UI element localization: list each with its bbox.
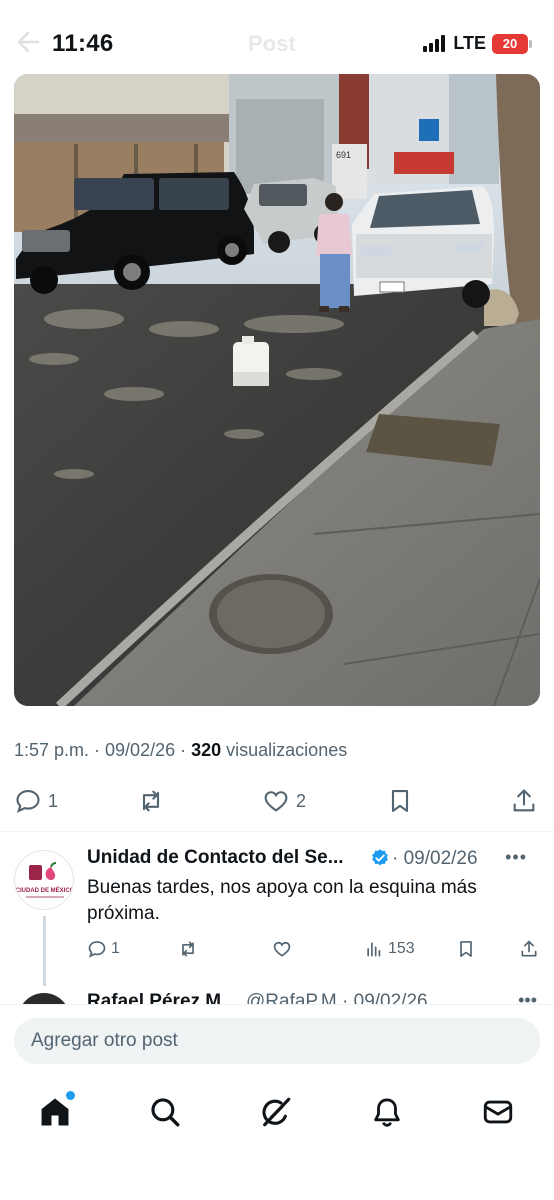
battery-icon: 20 — [492, 33, 532, 54]
nav-grok[interactable] — [258, 1094, 294, 1130]
bookmark-icon — [391, 790, 409, 812]
nav-home[interactable] — [37, 1091, 75, 1130]
signal-icon — [423, 35, 446, 52]
share-icon — [521, 940, 537, 957]
repost-button[interactable] — [137, 783, 171, 819]
avatar[interactable]: CIUDAD DE MÉXICO — [14, 850, 74, 910]
status-icons: LTE 20 — [423, 33, 532, 54]
post-timestamp: 1:57 p.m. · 09/02/26 · — [14, 740, 192, 760]
arrow-left-icon[interactable] — [16, 28, 40, 56]
like-count: 2 — [296, 790, 307, 811]
reply-reply-count: 1 — [111, 940, 120, 957]
clock: 11:46 — [52, 30, 114, 57]
repost-icon — [142, 790, 160, 812]
mail-icon — [483, 1100, 513, 1124]
reply-actions: 1 153 — [0, 936, 554, 962]
more-options-icon[interactable]: ••• — [505, 847, 527, 868]
network-label: LTE — [453, 33, 486, 53]
reply-header: Unidad de Contacto del Se... · 09/02/26 … — [87, 847, 527, 871]
next-reply-author-name[interactable]: Rafael Pérez M... — [87, 991, 237, 1004]
next-reply-handle: @RafaP.M · 09/02/26 — [246, 991, 428, 1004]
page-title: Post — [248, 31, 296, 56]
status-bar: 11:46 Post LTE 20 — [0, 0, 554, 74]
views-count: 320 — [191, 740, 222, 760]
svg-text:691: 691 — [336, 150, 351, 160]
post-actions: 1 2 — [0, 783, 554, 819]
reply-share-button[interactable] — [519, 936, 539, 962]
heart-icon — [264, 791, 288, 812]
search-icon — [151, 1098, 180, 1127]
post-meta: 1:57 p.m. · 09/02/26 · 320 visualizacion… — [14, 740, 347, 761]
reply-icon — [88, 941, 106, 958]
reply-reply-button[interactable]: 1 — [87, 936, 120, 962]
reply-repost-button[interactable] — [178, 936, 198, 962]
repost-icon — [182, 941, 194, 957]
avatar[interactable] — [18, 993, 70, 1004]
reply-views-button[interactable]: 153 — [364, 936, 415, 962]
nav-search[interactable] — [147, 1094, 183, 1130]
battery-level: 20 — [502, 36, 518, 51]
reply-composer-input[interactable]: Agregar otro post — [14, 1018, 540, 1064]
share-button[interactable] — [510, 783, 538, 819]
bell-icon — [374, 1098, 400, 1127]
bookmark-button[interactable] — [386, 783, 414, 819]
heart-icon — [273, 941, 291, 957]
reply-button[interactable]: 1 — [14, 783, 58, 819]
views-label: visualizaciones — [221, 740, 348, 760]
cdmx-logo-icon: CIUDAD DE MÉXICO — [16, 862, 74, 898]
bookmark-icon — [460, 941, 472, 957]
share-icon — [513, 789, 535, 812]
reply-text: Buenas tardes, nos apoya con la esquina … — [87, 877, 477, 924]
divider — [0, 831, 554, 832]
reply-bookmark-button[interactable] — [456, 936, 476, 962]
notification-dot — [66, 1091, 75, 1100]
nav-messages[interactable] — [480, 1094, 516, 1130]
verified-badge-icon — [372, 849, 388, 866]
grok-icon — [262, 1097, 291, 1127]
post-image[interactable]: 691 — [14, 74, 540, 706]
street-photo: 691 — [14, 74, 540, 706]
home-icon — [41, 1098, 69, 1126]
analytics-icon — [367, 942, 381, 957]
bottom-nav — [0, 1090, 554, 1134]
next-reply[interactable]: Rafael Pérez M... @RafaP.M · 09/02/26 ••… — [0, 990, 554, 1004]
nav-notifications[interactable] — [369, 1094, 405, 1130]
reply-author-name[interactable]: Unidad de Contacto del Se... — [87, 847, 344, 869]
like-button[interactable]: 2 — [262, 783, 306, 819]
reply-like-button[interactable] — [272, 936, 292, 962]
composer-placeholder: Agregar otro post — [31, 1030, 178, 1051]
reply-views-count: 153 — [388, 940, 415, 957]
reply-count: 1 — [48, 790, 59, 811]
more-options-icon[interactable]: ••• — [518, 990, 537, 1004]
avatar-caption: CIUDAD DE MÉXICO — [16, 886, 74, 894]
reply-icon — [16, 790, 40, 813]
reply-date: · 09/02/26 — [392, 848, 478, 869]
